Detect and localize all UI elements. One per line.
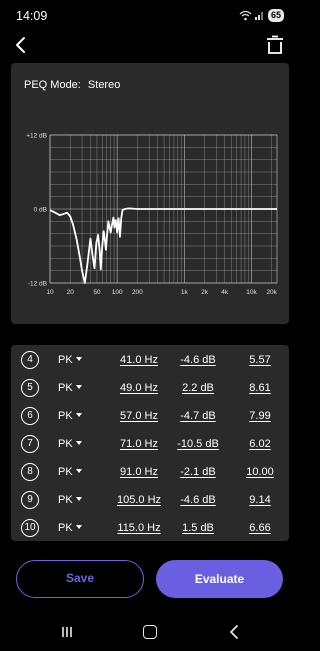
x-tick-label: 4k	[221, 289, 229, 296]
gain-field[interactable]: -4.7 dB	[177, 410, 219, 422]
status-bar: 14:09 65	[0, 0, 300, 30]
dropdown-caret-icon	[75, 469, 82, 473]
filter-type-label: PK	[58, 494, 73, 506]
q-field[interactable]: 7.99	[245, 410, 275, 422]
x-tick-label: 2k	[201, 289, 209, 296]
q-field[interactable]: 6.02	[245, 438, 275, 450]
frequency-field[interactable]: 71.0 Hz	[116, 438, 162, 450]
filter-type-label: PK	[58, 466, 73, 478]
top-bar	[0, 30, 300, 60]
filter-type-label: PK	[58, 410, 73, 422]
band-number: 10	[21, 519, 39, 537]
status-time: 14:09	[16, 9, 48, 23]
evaluate-button[interactable]: Evaluate	[156, 560, 283, 598]
band-row[interactable]: 4 PK 41.0 Hz -4.6 dB 5.57	[11, 346, 289, 374]
q-field[interactable]: 9.14	[245, 494, 275, 506]
band-number: 8	[21, 463, 39, 481]
eq-response-chart[interactable]: +12 dB 0 dB -12 dB 10 20 50 100 200 1k 2k 4k 10k 20…	[11, 63, 289, 324]
frequency-field[interactable]: 115.0 Hz	[116, 522, 162, 534]
q-field[interactable]: 8.61	[245, 382, 275, 394]
y-tick-label: 0 dB	[34, 206, 47, 213]
band-row[interactable]: 7 PK 71.0 Hz -10.5 dB 6.02	[11, 430, 289, 458]
save-button[interactable]: Save	[16, 560, 144, 598]
gain-field[interactable]: -2.1 dB	[177, 466, 219, 478]
frequency-field[interactable]: 49.0 Hz	[116, 382, 162, 394]
filter-type-label: PK	[58, 522, 73, 534]
band-list[interactable]: 4 PK 41.0 Hz -4.6 dB 5.57 5 PK 49.0 Hz 2.2 dB 8.6…	[11, 345, 289, 541]
band-number: 7	[21, 435, 39, 453]
frequency-field[interactable]: 57.0 Hz	[116, 410, 162, 422]
filter-type-label: PK	[58, 382, 73, 394]
chevron-left-icon[interactable]	[10, 34, 32, 56]
gain-field[interactable]: -4.6 dB	[177, 354, 219, 366]
x-tick-label: 100	[112, 289, 123, 296]
filter-type-dropdown[interactable]: PK	[58, 354, 82, 366]
q-field[interactable]: 5.57	[245, 354, 275, 366]
battery-indicator: 65	[267, 8, 284, 22]
dropdown-caret-icon	[75, 497, 82, 501]
x-tick-label: 20k	[266, 289, 277, 296]
trash-icon[interactable]	[264, 34, 286, 56]
filter-type-dropdown[interactable]: PK	[58, 410, 82, 422]
dropdown-caret-icon	[75, 413, 82, 417]
y-tick-label: +12 dB	[26, 132, 47, 139]
recent-apps-icon[interactable]	[61, 626, 73, 638]
signal-icon	[254, 12, 263, 20]
band-number: 4	[21, 351, 39, 369]
band-number: 9	[21, 491, 39, 509]
q-field[interactable]: 10.00	[245, 466, 275, 478]
x-tick-label: 200	[132, 289, 143, 296]
wifi-icon	[239, 10, 252, 20]
nav-back-icon[interactable]	[229, 625, 239, 639]
status-icons: 65	[239, 8, 284, 22]
x-tick-label: 50	[93, 289, 101, 296]
x-tick-label: 10	[46, 289, 54, 296]
band-row[interactable]: 6 PK 57.0 Hz -4.7 dB 7.99	[11, 402, 289, 430]
band-row[interactable]: 9 PK 105.0 Hz -4.6 dB 9.14	[11, 486, 289, 514]
filter-type-dropdown[interactable]: PK	[58, 466, 82, 478]
band-number: 5	[21, 379, 39, 397]
x-tick-label: 20	[67, 289, 75, 296]
frequency-field[interactable]: 41.0 Hz	[116, 354, 162, 366]
filter-type-label: PK	[58, 438, 73, 450]
x-tick-label: 10k	[246, 289, 257, 296]
dropdown-caret-icon	[75, 385, 82, 389]
filter-type-dropdown[interactable]: PK	[58, 438, 82, 450]
gain-field[interactable]: -4.6 dB	[177, 494, 219, 506]
y-axis-labels: +12 dB 0 dB -12 dB	[26, 132, 47, 287]
frequency-field[interactable]: 91.0 Hz	[116, 466, 162, 478]
gain-field[interactable]: 1.5 dB	[177, 522, 219, 534]
filter-type-label: PK	[58, 354, 73, 366]
band-row[interactable]: 10 PK 115.0 Hz 1.5 dB 6.66	[11, 514, 289, 541]
eq-graph-card: PEQ Mode: Stereo +12 dB 0 dB -12 dB 10 20 50…	[11, 63, 289, 324]
dropdown-caret-icon	[75, 441, 82, 445]
gain-field[interactable]: -10.5 dB	[177, 438, 219, 450]
q-field[interactable]: 6.66	[245, 522, 275, 534]
frequency-field[interactable]: 105.0 Hz	[116, 494, 162, 506]
band-number: 6	[21, 407, 39, 425]
x-axis-labels: 10 20 50 100 200 1k 2k 4k 10k 20k	[46, 289, 277, 296]
gain-field[interactable]: 2.2 dB	[177, 382, 219, 394]
x-tick-label: 1k	[181, 289, 189, 296]
filter-type-dropdown[interactable]: PK	[58, 494, 82, 506]
dropdown-caret-icon	[75, 525, 82, 529]
dropdown-caret-icon	[75, 357, 82, 361]
home-icon[interactable]	[143, 625, 157, 639]
filter-type-dropdown[interactable]: PK	[58, 382, 82, 394]
system-nav-bar	[0, 612, 300, 651]
filter-type-dropdown[interactable]: PK	[58, 522, 82, 534]
y-tick-label: -12 dB	[28, 280, 47, 287]
band-row[interactable]: 5 PK 49.0 Hz 2.2 dB 8.61	[11, 374, 289, 402]
band-row[interactable]: 8 PK 91.0 Hz -2.1 dB 10.00	[11, 458, 289, 486]
